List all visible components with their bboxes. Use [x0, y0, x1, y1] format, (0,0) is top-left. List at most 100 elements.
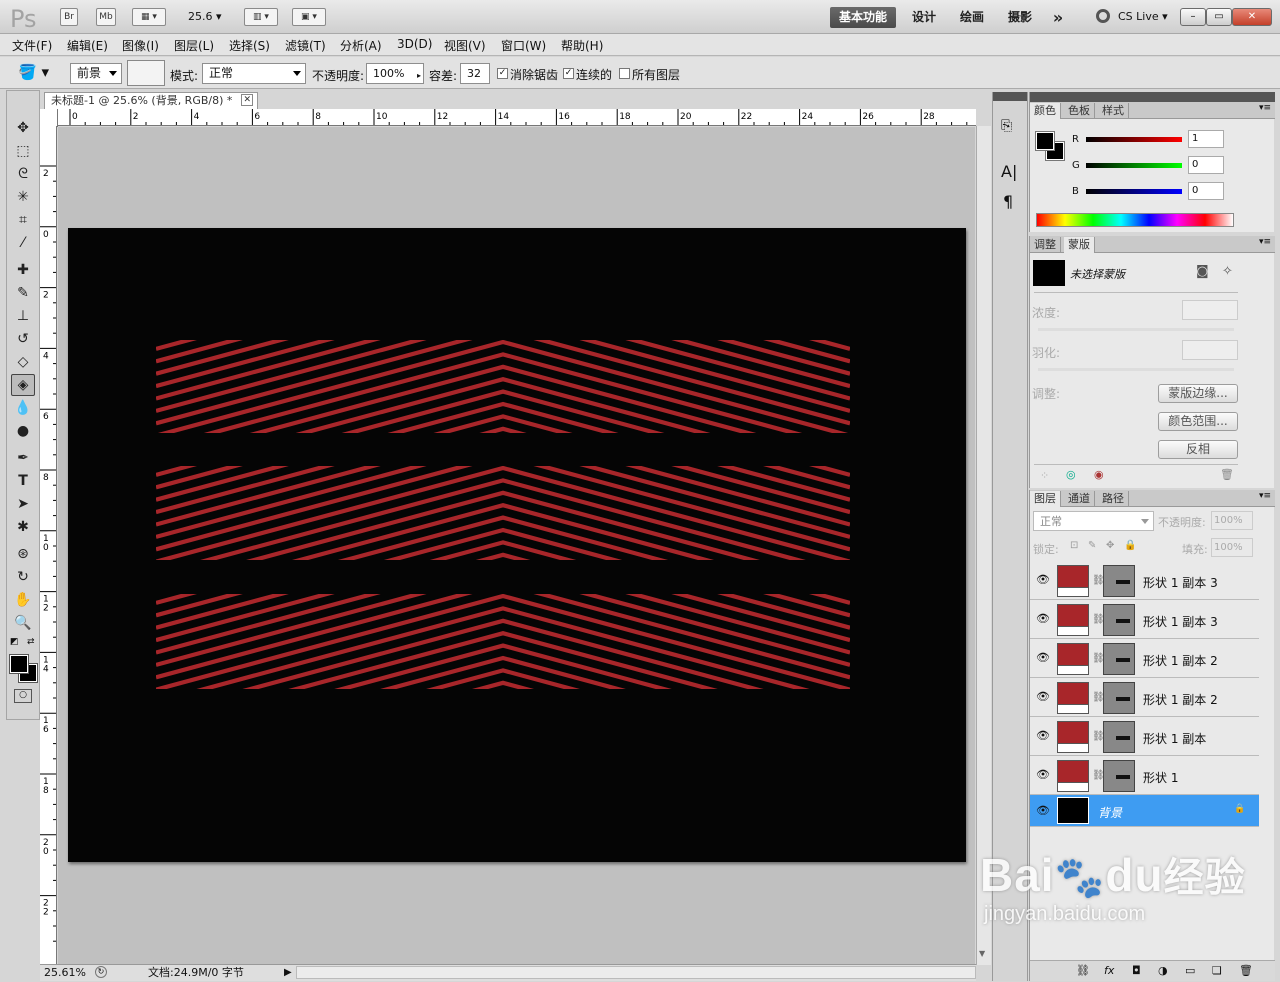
- status-info-icon[interactable]: ↻: [95, 966, 107, 978]
- tab-masks[interactable]: 蒙版: [1064, 237, 1095, 253]
- lock-pixels-icon[interactable]: ✎: [1088, 540, 1096, 551]
- menu-3d[interactable]: 3D(D): [397, 37, 432, 51]
- arrange-documents-button[interactable]: ▥ ▾: [244, 8, 278, 26]
- antialias-checkbox[interactable]: ✓: [497, 68, 508, 79]
- character-panel-icon[interactable]: A|: [1001, 162, 1017, 181]
- tool-preset-picker[interactable]: 🪣 ▾: [18, 63, 58, 83]
- lock-all-icon[interactable]: 🔒: [1124, 540, 1136, 551]
- zoom-level-combo[interactable]: 25.6 ▾: [188, 10, 222, 23]
- disable-mask-icon[interactable]: ◉: [1094, 468, 1104, 481]
- menu-select[interactable]: 选择(S): [229, 37, 270, 54]
- brush-tool-icon[interactable]: ✎: [11, 282, 35, 304]
- close-button[interactable]: ✕: [1232, 8, 1272, 26]
- 3d-orbit-tool-icon[interactable]: ↻: [11, 566, 35, 588]
- lasso-tool-icon[interactable]: ᘓ: [11, 163, 35, 185]
- layer-row[interactable]: 👁 ⛓ 形状 1: [1030, 756, 1259, 795]
- layer-row[interactable]: 👁 ⛓ 形状 1 副本 3: [1030, 561, 1259, 600]
- launch-minibridge-button[interactable]: Mb: [96, 8, 116, 26]
- blue-slider[interactable]: [1086, 189, 1182, 194]
- tab-paths[interactable]: 路径: [1098, 491, 1129, 507]
- invert-button[interactable]: 反相: [1158, 440, 1238, 459]
- green-value-input[interactable]: 0: [1188, 156, 1224, 174]
- menu-filter[interactable]: 滤镜(T): [285, 37, 326, 54]
- visibility-eye-icon[interactable]: 👁: [1036, 612, 1050, 625]
- masks-panel-menu-icon[interactable]: ▾≡: [1259, 237, 1271, 247]
- tab-channels[interactable]: 通道: [1064, 491, 1095, 507]
- pen-tool-icon[interactable]: ✒: [11, 447, 35, 469]
- feather-input[interactable]: [1182, 340, 1238, 360]
- screen-mode-button[interactable]: ▣ ▾: [292, 8, 326, 26]
- eyedropper-tool-icon[interactable]: ⁄: [11, 232, 35, 254]
- delete-layer-icon[interactable]: 🗑: [1239, 964, 1253, 977]
- hand-tool-icon[interactable]: ✋: [11, 589, 35, 611]
- new-layer-icon[interactable]: ❏: [1212, 964, 1222, 977]
- quick-mask-icon[interactable]: ○: [14, 689, 32, 703]
- blur-tool-icon[interactable]: 💧: [11, 397, 35, 419]
- scroll-down-arrow-icon[interactable]: ▼: [979, 949, 985, 958]
- menu-layer[interactable]: 图层(L): [174, 37, 214, 54]
- lock-transparency-icon[interactable]: ⊡: [1070, 540, 1078, 551]
- layers-panel-menu-icon[interactable]: ▾≡: [1259, 491, 1271, 501]
- menu-edit[interactable]: 编辑(E): [67, 37, 108, 54]
- tab-adjustments[interactable]: 调整: [1030, 237, 1061, 253]
- color-range-button[interactable]: 颜色范围...: [1158, 412, 1238, 431]
- pixel-mask-icon[interactable]: ◙: [1196, 264, 1209, 279]
- custom-shape-tool-icon[interactable]: ✱: [11, 516, 35, 538]
- add-mask-icon[interactable]: ◘: [1132, 964, 1141, 977]
- minimize-button[interactable]: –: [1180, 8, 1206, 26]
- fx-icon[interactable]: fx: [1104, 964, 1114, 977]
- tolerance-input[interactable]: 32: [460, 63, 490, 84]
- history-brush-tool-icon[interactable]: ↺: [11, 328, 35, 350]
- paragraph-panel-icon[interactable]: ¶: [1003, 192, 1013, 211]
- color-foreground-swatch[interactable]: [1035, 131, 1055, 151]
- type-tool-icon[interactable]: T: [11, 470, 35, 492]
- visibility-eye-icon[interactable]: 👁: [1036, 573, 1050, 586]
- tab-styles[interactable]: 样式: [1098, 103, 1129, 119]
- healing-brush-tool-icon[interactable]: ✚: [11, 259, 35, 281]
- color-spectrum-ramp[interactable]: [1036, 213, 1234, 227]
- tab-layers[interactable]: 图层: [1030, 491, 1061, 507]
- workspace-essentials[interactable]: 基本功能: [830, 7, 896, 28]
- horizontal-scrollbar[interactable]: [296, 966, 976, 979]
- layer-opacity-input[interactable]: 100%: [1211, 511, 1253, 530]
- visibility-eye-icon[interactable]: 👁: [1036, 729, 1050, 742]
- visibility-eye-icon[interactable]: 👁: [1036, 804, 1050, 817]
- workspace-design[interactable]: 设计: [906, 7, 942, 28]
- opacity-input[interactable]: 100% ▸: [366, 63, 424, 84]
- paint-bucket-tool-icon[interactable]: ◈: [11, 374, 35, 396]
- apply-mask-icon[interactable]: ◎: [1066, 468, 1076, 481]
- menu-help[interactable]: 帮助(H): [561, 37, 603, 54]
- tab-color[interactable]: 颜色: [1030, 103, 1061, 119]
- clone-stamp-tool-icon[interactable]: ⊥: [11, 305, 35, 327]
- mode-select[interactable]: 正常: [202, 63, 306, 84]
- foreground-color-swatch[interactable]: [9, 654, 29, 674]
- dodge-tool-icon[interactable]: ●: [11, 420, 35, 442]
- visibility-eye-icon[interactable]: 👁: [1036, 768, 1050, 781]
- layer-row[interactable]: 👁 ⛓ 形状 1 副本: [1030, 717, 1259, 756]
- delete-mask-icon[interactable]: 🗑: [1220, 468, 1234, 481]
- menu-image[interactable]: 图像(I): [122, 37, 159, 54]
- path-selection-tool-icon[interactable]: ➤: [11, 493, 35, 515]
- fill-input[interactable]: 100%: [1211, 538, 1253, 557]
- red-slider[interactable]: [1086, 137, 1182, 142]
- menu-window[interactable]: 窗口(W): [501, 37, 546, 54]
- visibility-eye-icon[interactable]: 👁: [1036, 651, 1050, 664]
- swap-colors-icon[interactable]: ⇄: [27, 637, 35, 647]
- close-document-icon[interactable]: ✕: [241, 94, 253, 106]
- tab-swatches[interactable]: 色板: [1064, 103, 1095, 119]
- ruler-origin[interactable]: [40, 109, 58, 127]
- eraser-tool-icon[interactable]: ◇: [11, 351, 35, 373]
- menu-file[interactable]: 文件(F): [12, 37, 52, 54]
- blue-value-input[interactable]: 0: [1188, 182, 1224, 200]
- adjustment-layer-icon[interactable]: ◑: [1158, 964, 1168, 977]
- more-workspaces-button[interactable]: »: [1046, 7, 1070, 28]
- layer-row[interactable]: 👁 ⛓ 形状 1 副本 3: [1030, 600, 1259, 639]
- link-layers-icon[interactable]: ⛓: [1076, 964, 1090, 977]
- blend-mode-select[interactable]: 正常: [1033, 511, 1154, 531]
- visibility-eye-icon[interactable]: 👁: [1036, 690, 1050, 703]
- launch-bridge-button[interactable]: Br: [60, 8, 78, 26]
- zoom-status[interactable]: 25.61%: [44, 965, 86, 980]
- layer-row[interactable]: 👁 ⛓ 形状 1 副本 2: [1030, 678, 1259, 717]
- feather-slider[interactable]: [1038, 368, 1234, 371]
- density-slider[interactable]: [1038, 328, 1234, 331]
